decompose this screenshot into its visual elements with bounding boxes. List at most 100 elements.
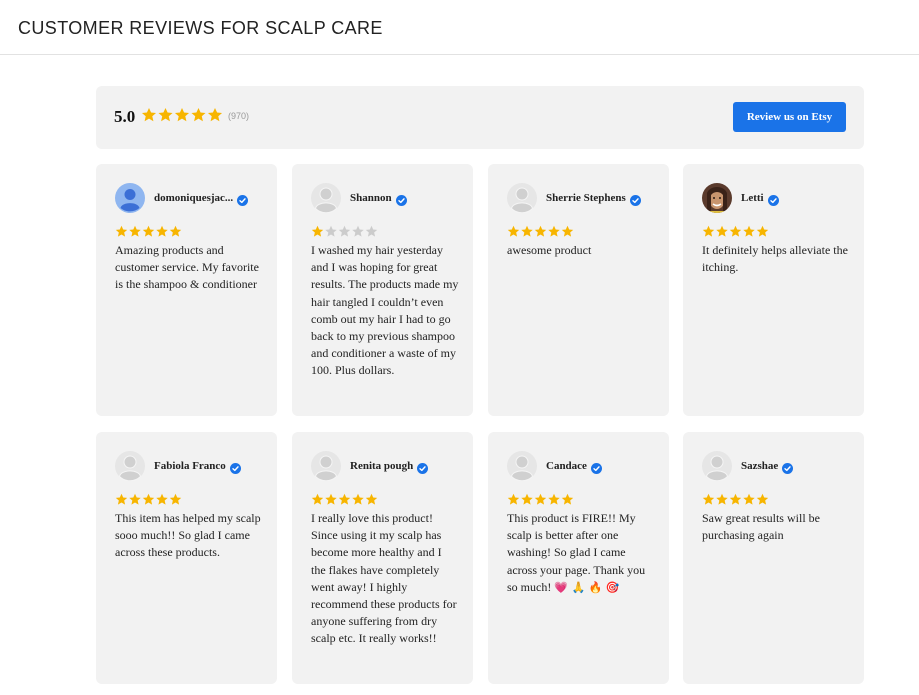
review-body: Saw great results will be purchasing aga… <box>702 511 820 543</box>
star-filled-icon <box>338 493 351 505</box>
grey-silhouette-avatar-icon <box>507 183 537 214</box>
review-star-rating <box>507 225 574 237</box>
star-filled-icon <box>158 107 173 122</box>
review-text: I washed my hair yesterday and I was hop… <box>311 242 459 380</box>
review-star-rating <box>702 225 769 237</box>
star-filled-icon <box>129 225 141 237</box>
star-filled-icon <box>169 225 182 237</box>
review-body: This item has helped my scalp sooo much!… <box>115 511 261 560</box>
reviewer-name: Letti <box>741 192 764 204</box>
review-body: It definitely helps alleviate the itchin… <box>702 243 848 275</box>
review-card: Renita pough I really love this product! … <box>292 432 473 684</box>
review-card: Fabiola Franco This item has helped my sc… <box>96 432 277 684</box>
review-text: It definitely helps alleviate the itchin… <box>702 242 850 276</box>
grey-silhouette-avatar-icon <box>311 183 341 214</box>
grey-silhouette-avatar-icon <box>507 451 537 482</box>
page-title: CUSTOMER REVIEWS FOR SCALP CARE <box>18 18 383 38</box>
star-filled-icon <box>129 493 141 505</box>
star-filled-icon <box>507 225 520 237</box>
review-text: This item has helped my scalp sooo much!… <box>115 510 263 562</box>
reviewer-name: Sherrie Stephens <box>546 192 626 204</box>
star-filled-icon <box>169 493 182 505</box>
star-filled-icon <box>756 225 769 237</box>
star-filled-icon <box>115 225 128 237</box>
star-filled-icon <box>311 493 324 505</box>
review-star-rating <box>115 225 182 237</box>
review-text: I really love this product! Since using … <box>311 510 459 648</box>
review-card: Candace This product is FIRE!! My scalp i… <box>488 432 669 684</box>
star-filled-icon <box>207 107 223 122</box>
star-empty-icon <box>325 225 337 237</box>
review-card: Sherrie Stephens awesome product <box>488 164 669 416</box>
star-filled-icon <box>702 225 715 237</box>
verified-badge-icon <box>782 461 793 474</box>
star-empty-icon <box>365 225 378 237</box>
star-filled-icon <box>534 493 547 505</box>
star-filled-icon <box>521 225 533 237</box>
reviewer-name: Sazshae <box>741 460 779 472</box>
review-card: Shannon I washed my hair yesterday and I … <box>292 164 473 416</box>
grey-silhouette-avatar-icon <box>311 451 341 482</box>
star-filled-icon <box>142 493 155 505</box>
review-us-on-etsy-button[interactable]: Review us on Etsy <box>733 102 846 132</box>
star-filled-icon <box>325 493 337 505</box>
star-filled-icon <box>365 493 378 505</box>
review-body: Amazing products and customer service. M… <box>115 243 259 292</box>
star-filled-icon <box>141 107 157 122</box>
review-count: (970) <box>228 111 250 121</box>
reviewer-name: domoniquesjac... <box>154 192 234 204</box>
default-blue-avatar-icon <box>115 183 145 213</box>
star-filled-icon <box>521 493 533 505</box>
reviewer-name: Renita pough <box>350 460 414 472</box>
star-filled-icon <box>156 225 168 237</box>
star-filled-icon <box>352 493 364 505</box>
review-text: awesome product <box>507 242 655 259</box>
review-emoji: 💗 🙏 🔥 🎯 <box>554 580 620 594</box>
review-body: I really love this product! Since using … <box>311 511 457 646</box>
page-header: CUSTOMER REVIEWS FOR SCALP CARE <box>0 0 919 55</box>
grey-silhouette-avatar-icon <box>702 451 732 482</box>
reviewer-name: Shannon <box>350 192 392 204</box>
verified-badge-icon <box>417 461 428 474</box>
star-empty-icon <box>352 225 364 237</box>
star-filled-icon <box>115 493 128 505</box>
review-star-rating <box>311 493 378 505</box>
star-filled-icon <box>534 225 547 237</box>
verified-badge-icon <box>396 193 407 206</box>
verified-badge-icon <box>768 193 779 206</box>
review-body: awesome product <box>507 243 592 257</box>
star-filled-icon <box>174 107 190 122</box>
rating-summary-bar: 5.0 (970) Review us on Etsy <box>96 86 864 149</box>
star-filled-icon <box>716 493 728 505</box>
review-body: I washed my hair yesterday and I was hop… <box>311 243 459 378</box>
star-filled-icon <box>716 225 728 237</box>
review-card: Letti It definitely helps alleviate the i… <box>683 164 864 416</box>
star-filled-icon <box>756 493 769 505</box>
star-filled-icon <box>743 493 755 505</box>
star-filled-icon <box>729 493 742 505</box>
star-filled-icon <box>142 225 155 237</box>
review-star-rating <box>702 493 769 505</box>
grey-silhouette-avatar-icon <box>115 451 145 482</box>
star-filled-icon <box>311 225 324 237</box>
star-filled-icon <box>729 225 742 237</box>
review-star-rating <box>311 225 378 237</box>
star-filled-icon <box>702 493 715 505</box>
star-filled-icon <box>561 225 574 237</box>
star-filled-icon <box>548 493 560 505</box>
star-filled-icon <box>561 493 574 505</box>
verified-badge-icon <box>230 461 241 474</box>
reviewer-name: Candace <box>546 460 587 472</box>
reviewer-name: Fabiola Franco <box>154 460 226 472</box>
star-filled-icon <box>548 225 560 237</box>
star-filled-icon <box>743 225 755 237</box>
review-text: This product is FIRE!! My scalp is bette… <box>507 510 655 596</box>
review-text: Saw great results will be purchasing aga… <box>702 510 850 544</box>
verified-badge-icon <box>630 193 641 206</box>
review-text: Amazing products and customer service. M… <box>115 242 263 294</box>
verified-badge-icon <box>591 461 602 474</box>
star-filled-icon <box>156 493 168 505</box>
star-empty-icon <box>338 225 351 237</box>
summary-star-rating <box>141 107 223 122</box>
review-card: domoniquesjac... Amazing products and cus… <box>96 164 277 416</box>
